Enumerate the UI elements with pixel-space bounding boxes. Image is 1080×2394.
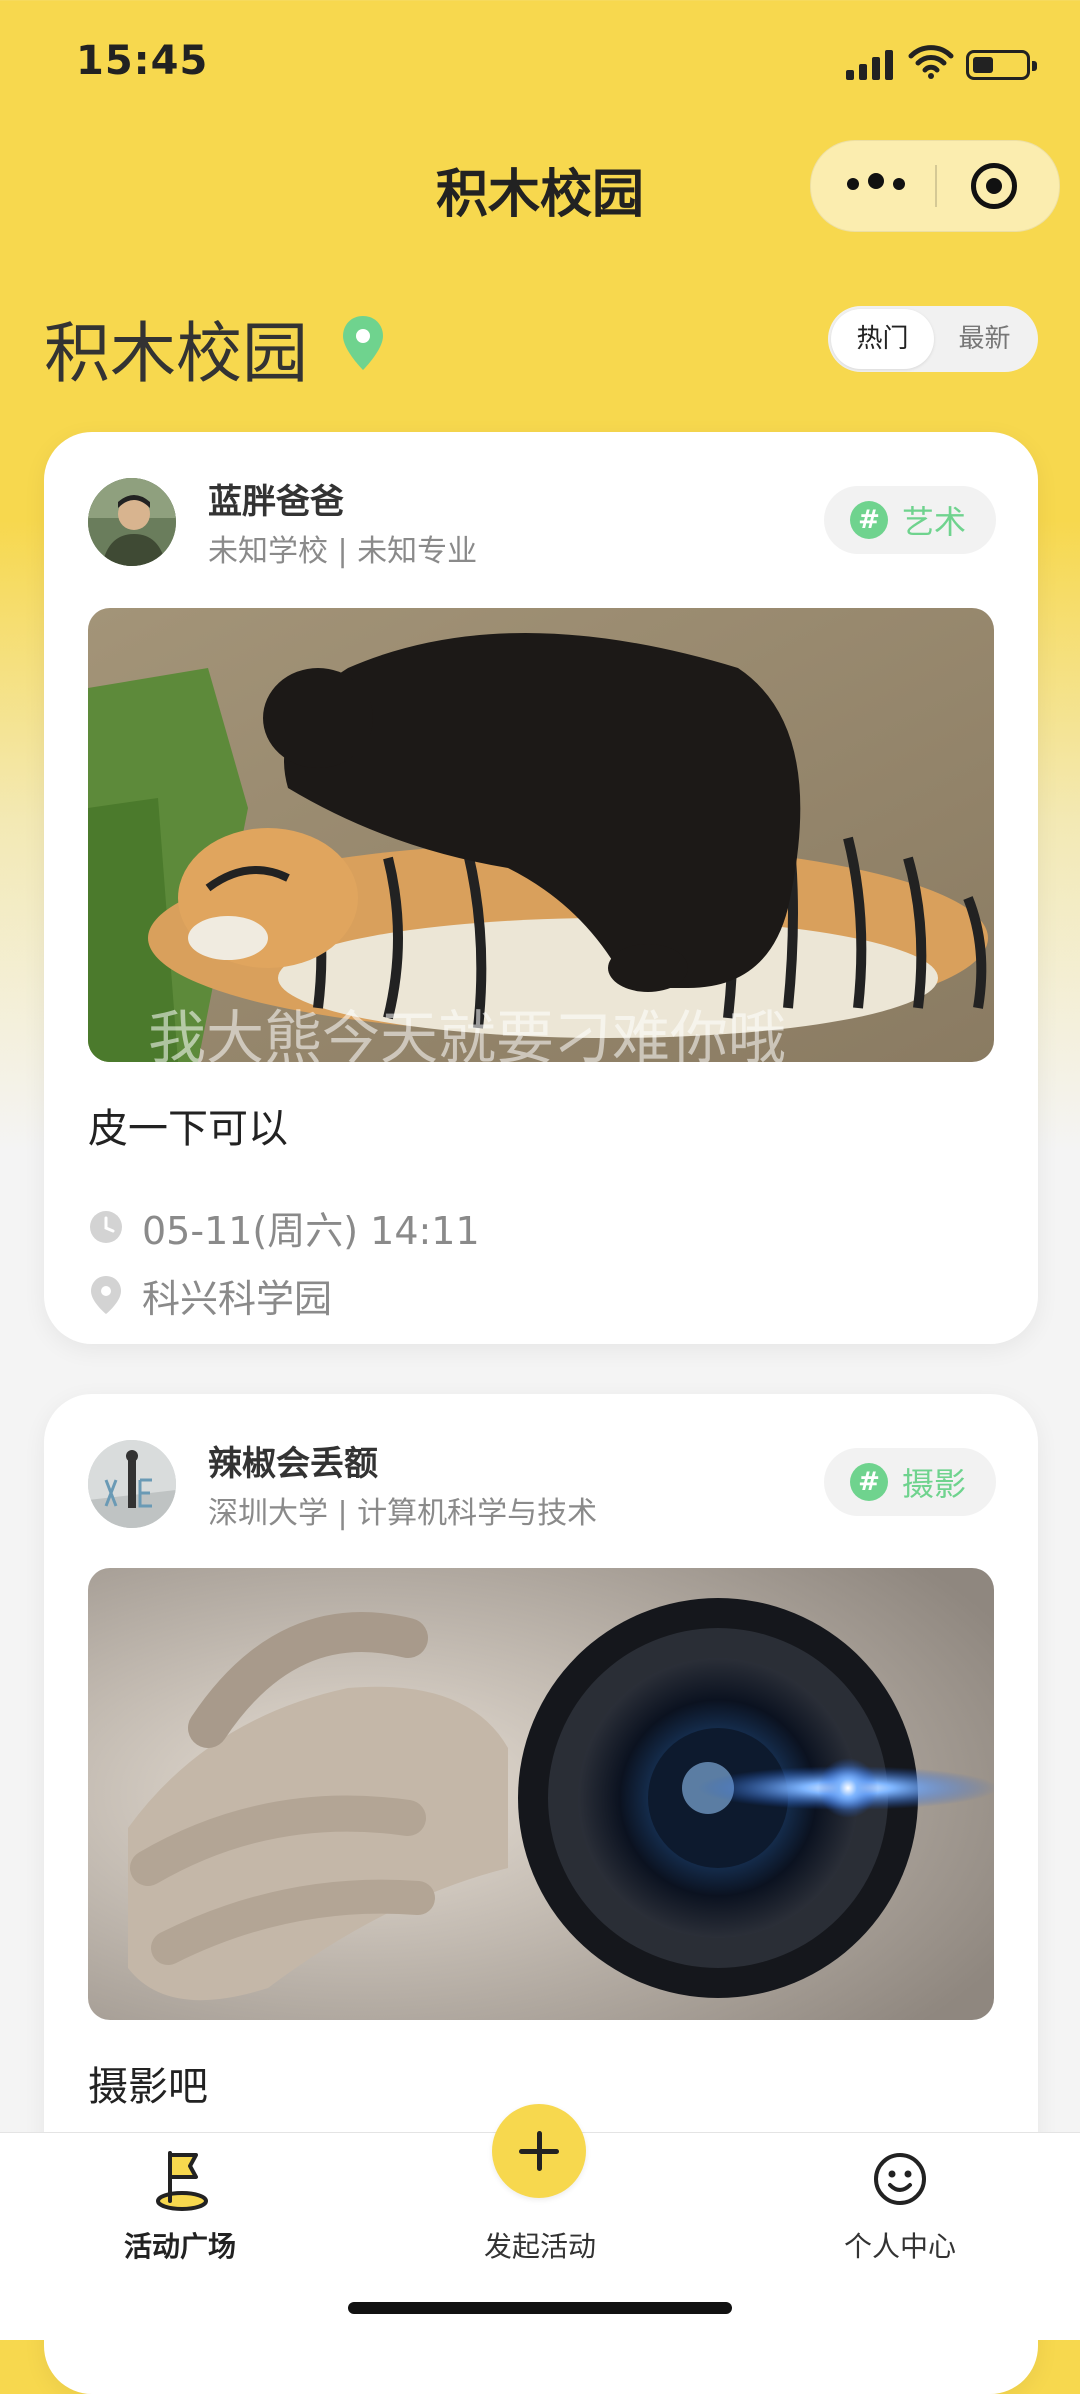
category-tag[interactable]: # 摄影 — [823, 1448, 996, 1516]
wifi-icon — [908, 45, 954, 79]
sort-latest-button[interactable]: 最新 — [933, 306, 1036, 372]
home-indicator — [348, 2302, 732, 2314]
author-name: 蓝胖爸爸 — [208, 482, 344, 522]
post-image[interactable] — [88, 1568, 994, 2020]
navigation-bar: 积木校园 — [0, 130, 1080, 240]
flag-icon — [156, 2151, 208, 2211]
sort-hot-button[interactable]: 热门 — [831, 309, 934, 369]
tab-label: 活动广场 — [123, 2230, 236, 2263]
create-activity-plus-button[interactable] — [492, 2104, 586, 2198]
sort-toggle: 热门 最新 — [828, 306, 1038, 372]
post-image[interactable]: 我大熊今天就要刁难你哦 — [88, 608, 994, 1062]
miniprogram-capsule — [810, 140, 1060, 232]
post-location: 科兴科学园 — [142, 1276, 333, 1321]
activity-card[interactable]: 蓝胖爸爸 未知学校 | 未知专业 # 艺术 我大熊今天就要刁难你哦 皮一下可以 … — [44, 432, 1038, 1344]
status-bar: 15:45 — [0, 0, 1080, 130]
cellular-signal-icon — [846, 50, 893, 80]
hash-icon: # — [849, 501, 888, 539]
avatar[interactable] — [88, 478, 176, 566]
more-menu-button[interactable] — [847, 173, 927, 197]
campus-name[interactable]: 积木校园 — [44, 300, 308, 396]
post-text: 摄影吧 — [88, 2064, 208, 2110]
status-time: 15:45 — [76, 38, 209, 84]
image-caption-text: 我大熊今天就要刁难你哦 — [148, 1004, 786, 1062]
category-tag[interactable]: # 艺术 — [823, 486, 996, 554]
battery-icon — [966, 50, 1037, 80]
post-text: 皮一下可以 — [88, 1106, 288, 1152]
post-datetime: 05-11(周六) 14:11 — [142, 1208, 480, 1253]
close-miniprogram-button[interactable] — [971, 163, 1017, 209]
post-time-row: 05-11(周六) 14:11 — [88, 1202, 480, 1253]
location-pin-icon[interactable] — [340, 314, 386, 372]
post-location-row: 科兴科学园 — [88, 1270, 333, 1321]
target-icon — [986, 178, 1002, 194]
clock-icon — [90, 1211, 122, 1243]
campus-header: 积木校园 热门 最新 — [0, 290, 1080, 400]
author-school: 深圳大学 | 计算机科学与技术 — [208, 1496, 598, 1531]
hash-icon: # — [849, 1463, 888, 1501]
category-tag-label: 艺术 — [901, 503, 966, 541]
smile-icon — [874, 2153, 926, 2205]
tab-label: 发起活动 — [483, 2230, 596, 2263]
avatar[interactable] — [88, 1440, 176, 1528]
author-name: 辣椒会丢额 — [208, 1444, 378, 1484]
tab-label: 个人中心 — [843, 2230, 956, 2263]
location-icon — [91, 1276, 121, 1314]
category-tag-label: 摄影 — [901, 1465, 966, 1503]
capsule-divider — [935, 165, 937, 207]
author-school: 未知学校 | 未知专业 — [208, 534, 478, 569]
